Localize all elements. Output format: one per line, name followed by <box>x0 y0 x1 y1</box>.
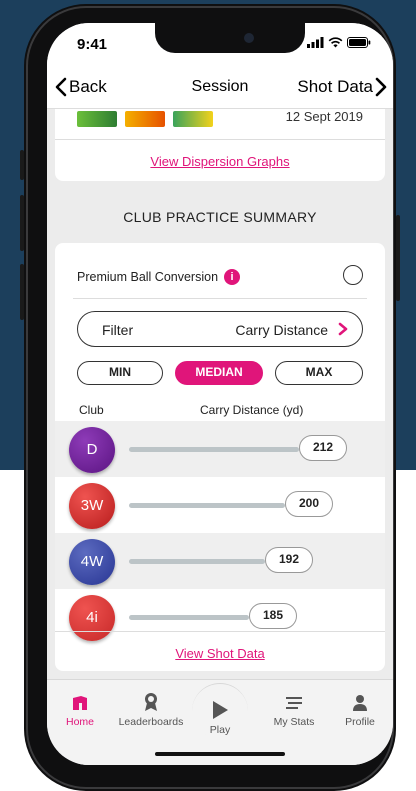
tab-bar: Home Leaderboards Play My Stats Profile <box>47 679 393 765</box>
column-header-club: Club <box>79 403 104 417</box>
filter-selector[interactable]: Filter Carry Distance <box>77 311 363 347</box>
dispersion-card: 12 Sept 2019 View Dispersion Graphs <box>55 109 385 181</box>
distance-bar <box>129 559 265 564</box>
premium-ball-row: Premium Ball Conversion i <box>77 269 241 285</box>
tab-play[interactable]: Play <box>197 698 243 736</box>
distance-bar <box>129 615 249 620</box>
tab-home[interactable]: Home <box>57 688 103 728</box>
tab-label: Profile <box>345 716 375 728</box>
camera <box>244 33 254 43</box>
distance-value: 185 <box>249 603 297 629</box>
distance-value: 212 <box>299 435 347 461</box>
thumbnail-green <box>77 111 117 127</box>
tab-label: My Stats <box>273 716 315 728</box>
back-button[interactable]: Back <box>55 77 107 97</box>
stats-icon <box>286 697 302 709</box>
scroll-content[interactable]: 12 Sept 2019 View Dispersion Graphs CLUB… <box>47 109 393 679</box>
wifi-icon <box>328 37 343 48</box>
thumbnail-orange <box>125 111 165 127</box>
play-icon <box>213 701 228 719</box>
session-thumbnails <box>77 111 213 127</box>
club-badge: 4W <box>69 539 115 585</box>
divider <box>55 139 385 140</box>
status-icons <box>307 37 371 48</box>
info-icon[interactable]: i <box>224 269 241 285</box>
tab-leaderboards[interactable]: Leaderboards <box>113 688 189 728</box>
tab-my-stats[interactable]: My Stats <box>269 688 319 728</box>
club-row[interactable]: 4i 185 <box>55 589 385 645</box>
session-date: 12 Sept 2019 <box>285 109 363 124</box>
tab-label: Play <box>209 724 231 736</box>
section-title: CLUB PRACTICE SUMMARY <box>123 209 317 225</box>
tab-label: Home <box>65 716 94 728</box>
club-row[interactable]: 3W 200 <box>55 477 385 533</box>
volume-up-button <box>20 195 24 251</box>
view-dispersion-graphs-link[interactable]: View Dispersion Graphs <box>150 154 289 169</box>
chevron-right-icon <box>338 322 348 336</box>
distance-value: 192 <box>265 547 313 573</box>
club-badge: D <box>69 427 115 473</box>
tab-profile[interactable]: Profile <box>337 688 383 728</box>
divider <box>73 298 367 299</box>
battery-icon <box>347 37 371 48</box>
premium-ball-label: Premium Ball Conversion <box>77 270 219 284</box>
distance-bar <box>129 447 299 452</box>
shot-data-label: Shot Data <box>297 77 373 96</box>
award-icon <box>145 693 157 711</box>
phone-screen: 9:41 Back Session Shot Data 12 Sept 2019 <box>47 23 393 765</box>
median-button[interactable]: MEDIAN <box>175 361 263 385</box>
view-shot-data-link[interactable]: View Shot Data <box>175 646 264 661</box>
power-button <box>396 215 400 301</box>
filter-label: Filter <box>102 322 134 338</box>
chevron-left-icon <box>55 77 67 97</box>
mute-switch <box>20 150 24 180</box>
home-indicator[interactable] <box>155 752 285 756</box>
notch <box>155 23 305 53</box>
club-badge: 4i <box>69 595 115 641</box>
distance-bar <box>129 503 285 508</box>
filter-value: Carry Distance <box>235 322 328 338</box>
status-time: 9:41 <box>77 36 108 53</box>
column-header-carry: Carry Distance (yd) <box>200 403 304 417</box>
distance-value: 200 <box>285 491 333 517</box>
volume-down-button <box>20 264 24 320</box>
min-button[interactable]: MIN <box>77 361 163 385</box>
club-summary-card: Premium Ball Conversion i Filter Carry D… <box>55 243 385 671</box>
thumbnail-mixed <box>173 111 213 127</box>
back-label: Back <box>69 77 107 96</box>
max-button[interactable]: MAX <box>275 361 363 385</box>
club-row[interactable]: 4W 192 <box>55 533 385 589</box>
home-icon <box>73 696 87 710</box>
tab-label: Leaderboards <box>118 716 184 728</box>
chevron-right-icon <box>375 77 387 97</box>
divider <box>55 631 385 632</box>
club-badge: 3W <box>69 483 115 529</box>
shot-data-button[interactable]: Shot Data <box>297 77 387 97</box>
signal-icon <box>307 37 324 48</box>
navigation-bar: Back Session Shot Data <box>47 63 393 109</box>
profile-icon <box>353 695 367 711</box>
premium-ball-toggle[interactable] <box>343 265 363 285</box>
club-row[interactable]: D 212 <box>55 421 385 477</box>
